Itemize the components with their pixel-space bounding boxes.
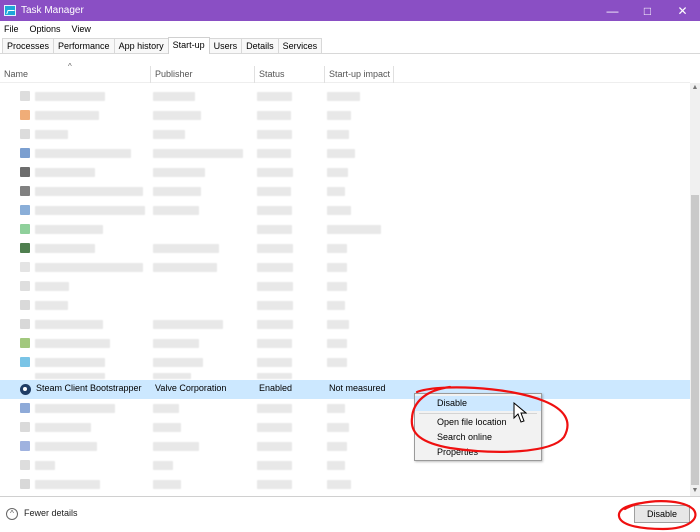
app-icon [20,357,30,367]
app-icon [20,167,30,177]
impact-column-header[interactable]: Start-up impact [324,66,394,83]
app-icon [20,422,30,432]
publisher-column-header[interactable]: Publisher [150,66,254,83]
table-row[interactable] [0,353,690,372]
table-row[interactable] [0,475,690,494]
tab-processes[interactable]: Processes [2,38,55,53]
window-controls: — □ ✕ [595,0,700,21]
table-row[interactable] [0,239,690,258]
startup-item-publisher: Valve Corporation [155,383,227,393]
context-menu-properties[interactable]: Properties [415,445,541,460]
menu-bar: File Options View [0,21,700,37]
startup-item-name: Steam Client Bootstrapper [36,383,142,393]
table-row[interactable] [0,144,690,163]
steam-icon [20,384,31,395]
footer-bar: ^ Fewer details Disable [0,496,700,532]
startup-item-impact: Not measured [329,383,386,393]
vertical-scrollbar[interactable]: ▲ ▼ [690,83,700,496]
maximize-button[interactable]: □ [630,0,665,21]
table-row[interactable] [0,296,690,315]
table-row[interactable] [0,220,690,239]
tab-strip: Processes Performance App history Start-… [0,37,700,54]
tab-app-history[interactable]: App history [113,38,169,53]
menu-options[interactable]: Options [30,24,61,34]
table-row[interactable] [0,163,690,182]
startup-list: Steam Client Bootstrapper Valve Corporat… [0,83,690,496]
status-column-header[interactable]: Status [254,66,324,83]
window-title: Task Manager [21,5,84,16]
column-header-row: ^ Name Publisher Status Start-up impact [0,54,690,83]
table-row[interactable] [0,418,690,437]
tab-services[interactable]: Services [277,38,323,53]
chevron-up-icon[interactable]: ^ [6,508,18,520]
app-icon [20,262,30,272]
table-row[interactable] [0,315,690,334]
fewer-details-link[interactable]: Fewer details [24,508,78,518]
steam-client-bootstrapper-row[interactable]: Steam Client Bootstrapper Valve Corporat… [0,380,690,399]
name-column-header[interactable]: Name [0,66,150,83]
startup-item-status: Enabled [259,383,293,393]
tab-performance[interactable]: Performance [53,38,115,53]
minimize-button[interactable]: — [595,0,630,21]
table-row[interactable] [0,258,690,277]
app-icon [20,110,30,120]
title-bar: Task Manager — □ ✕ [0,0,700,21]
menu-view[interactable]: View [72,24,91,34]
table-row[interactable] [0,182,690,201]
app-icon [20,441,30,451]
mouse-cursor-icon [513,402,527,423]
tab-users[interactable]: Users [208,38,243,53]
app-icon [20,460,30,470]
scrollbar-thumb[interactable] [691,195,699,485]
app-icon [20,300,30,310]
table-row[interactable] [0,437,690,456]
app-icon [20,224,30,234]
table-row[interactable] [0,372,690,380]
app-icon [20,319,30,329]
table-row[interactable] [0,399,690,418]
scroll-down-icon[interactable]: ▼ [690,486,700,496]
scroll-up-icon[interactable]: ▲ [690,83,700,93]
tab-details[interactable]: Details [241,38,279,53]
close-button[interactable]: ✕ [665,0,700,21]
app-icon [20,186,30,196]
app-icon [20,403,30,413]
app-icon [20,338,30,348]
table-row[interactable] [0,334,690,353]
app-icon [20,479,30,489]
table-row[interactable] [0,125,690,144]
tab-start-up[interactable]: Start-up [167,37,210,54]
table-row[interactable] [0,456,690,475]
app-icon [20,148,30,158]
table-row[interactable] [0,87,690,106]
table-row[interactable] [0,277,690,296]
menu-file[interactable]: File [4,24,19,34]
table-row[interactable] [0,106,690,125]
disable-button[interactable]: Disable [634,505,690,523]
app-icon [20,129,30,139]
context-menu-search-online[interactable]: Search online [415,430,541,445]
task-manager-icon [4,5,16,16]
app-icon [20,281,30,291]
app-icon [20,205,30,215]
table-row[interactable] [0,201,690,220]
app-icon [20,91,30,101]
app-icon [20,243,30,253]
